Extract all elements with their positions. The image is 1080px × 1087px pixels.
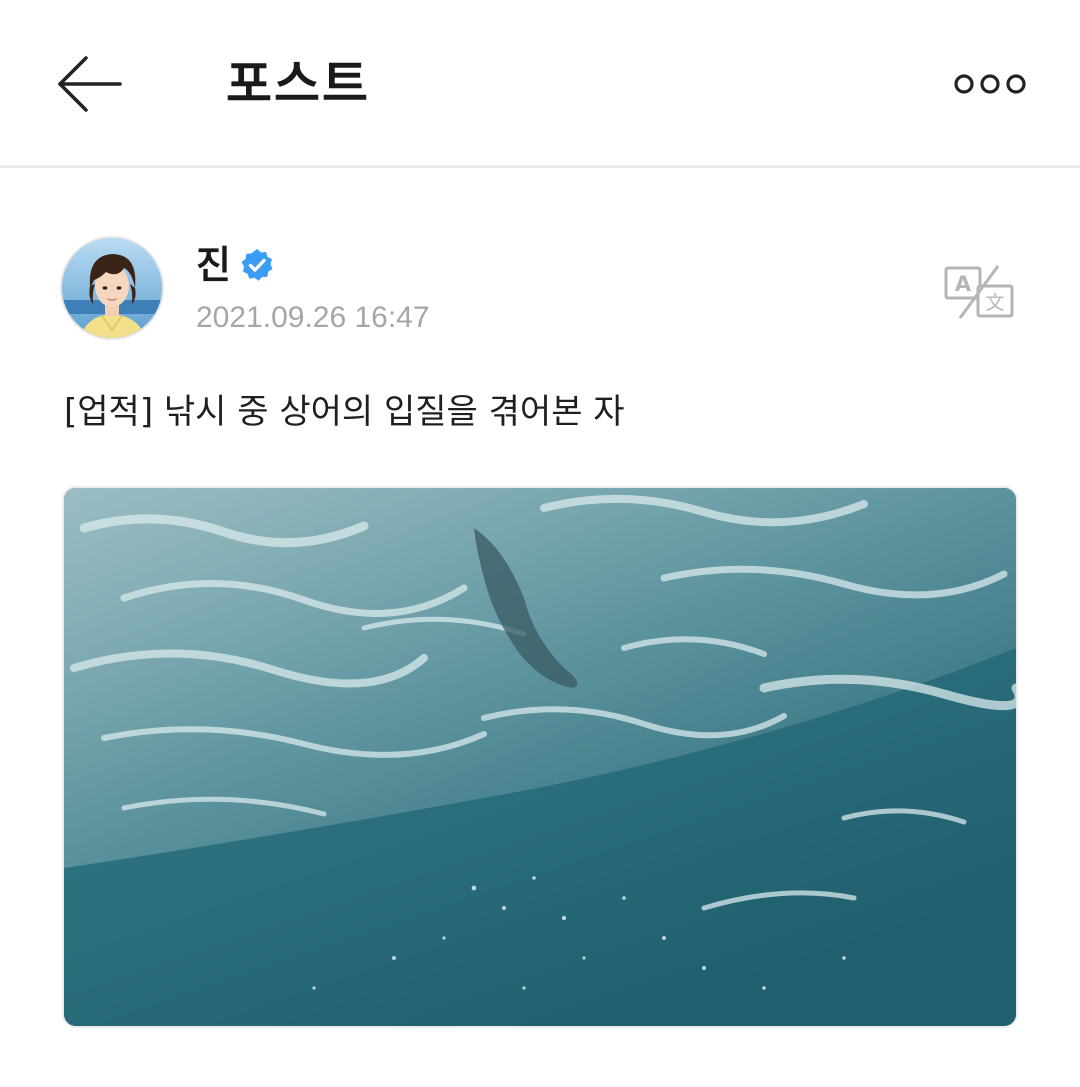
back-button[interactable] bbox=[54, 52, 126, 116]
more-horizontal-icon bbox=[954, 74, 1026, 94]
profile-photo bbox=[62, 238, 162, 338]
more-options-button[interactable] bbox=[950, 64, 1030, 104]
translate-icon: A 文 bbox=[944, 265, 1014, 319]
post-text: [업적] 낚시 중 상어의 입질을 겪어본 자 bbox=[64, 392, 625, 432]
translate-button[interactable]: A 文 bbox=[942, 264, 1018, 320]
svg-text:文: 文 bbox=[985, 292, 1004, 314]
top-app-bar: 포스트 bbox=[0, 0, 1080, 168]
post-timestamp: 2021.09.26 16:47 bbox=[196, 301, 430, 334]
arrow-left-icon bbox=[58, 56, 122, 112]
author-row: 진 bbox=[196, 240, 275, 290]
page-title: 포스트 bbox=[226, 55, 370, 113]
author-name[interactable]: 진 bbox=[196, 240, 231, 290]
ocean-photo bbox=[64, 488, 1016, 1026]
post-detail-screen: 포스트 진 2021.09.26 16:47 A 文 [업적] 낚시 중 상어의… bbox=[0, 0, 1080, 1087]
post-media-image[interactable] bbox=[62, 486, 1018, 1028]
avatar[interactable] bbox=[60, 236, 164, 340]
svg-text:A: A bbox=[955, 272, 972, 296]
verified-badge-icon bbox=[241, 249, 273, 281]
